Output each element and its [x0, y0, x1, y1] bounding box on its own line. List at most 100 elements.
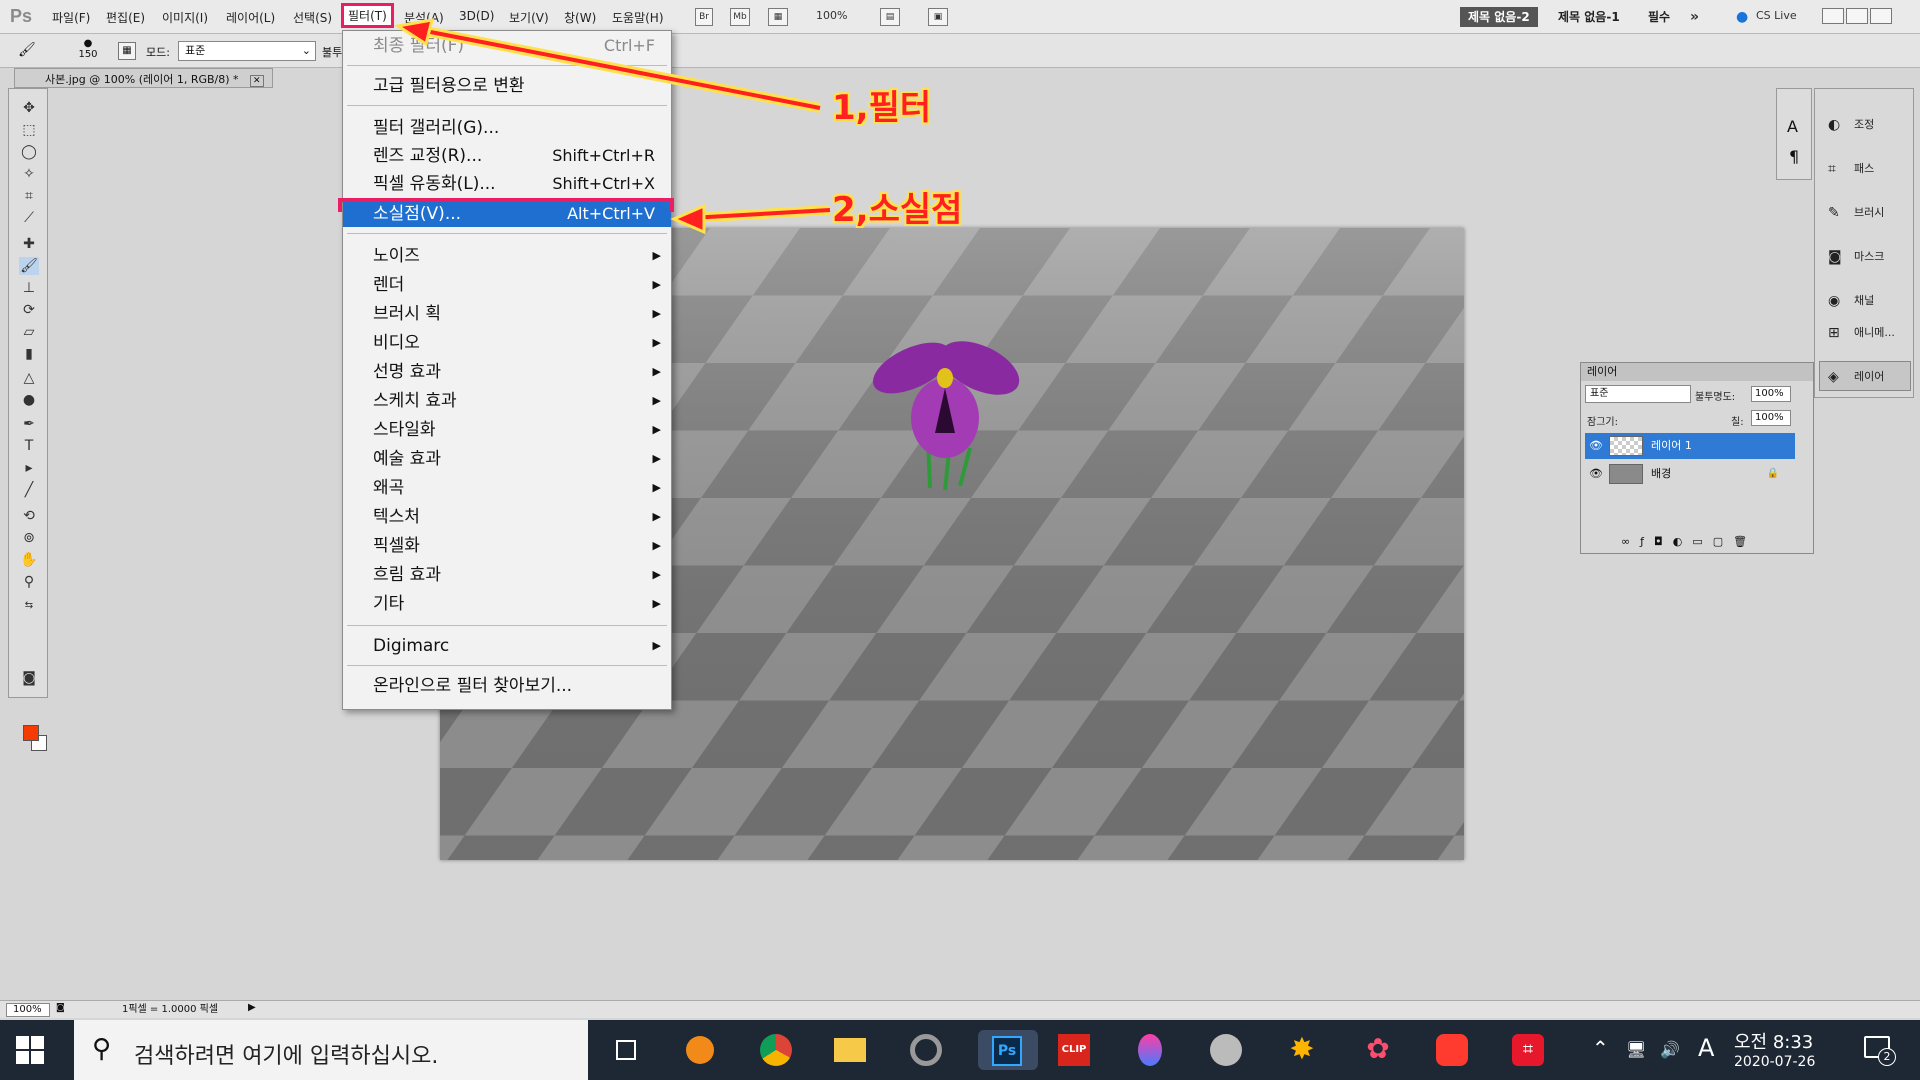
taskbar-search-box[interactable]: ⚲ 검색하려면 여기에 입력하십시오. [74, 1020, 588, 1080]
windows-start-icon[interactable] [14, 1034, 46, 1066]
network-icon[interactable]: 🖥 [1626, 1040, 1646, 1059]
crop-app-icon[interactable]: ⌗ [1508, 1030, 1548, 1070]
brush-tool-icon[interactable]: 🖌 [19, 257, 39, 275]
close-document-icon[interactable]: ✕ [250, 75, 264, 87]
cs-live-button[interactable]: CS Live [1756, 9, 1797, 22]
arrange-documents-icon[interactable]: ▤ [880, 8, 900, 26]
clip-icon[interactable]: CLIP [1054, 1030, 1094, 1070]
photoshop-taskbar-icon[interactable]: Ps [978, 1030, 1038, 1070]
dock-channels[interactable]: ◉ 채널 [1819, 285, 1911, 315]
stamp-tool-icon[interactable]: ⊥ [19, 279, 39, 297]
fill-field[interactable]: 100% [1751, 410, 1791, 426]
character-panel-icon[interactable]: A [1787, 117, 1798, 136]
dock-animation[interactable]: ⊞ 애니메... [1819, 317, 1911, 347]
menu-view[interactable]: 보기(V) [509, 9, 549, 26]
paragraph-panel-icon[interactable]: ¶ [1789, 147, 1799, 166]
menu-item-lens-correction[interactable]: 렌즈 교정(R)... Shift+Ctrl+R [343, 143, 671, 169]
minimize-icon[interactable] [1822, 8, 1844, 24]
file-explorer-icon[interactable] [830, 1030, 870, 1070]
blur-tool-icon[interactable]: △ [19, 369, 39, 387]
app-s-icon[interactable] [680, 1030, 720, 1070]
menu-item-blur[interactable]: 흐림 효과 ▶ [343, 562, 671, 588]
foreground-color-swatch[interactable] [23, 725, 39, 741]
zoom-level-dropdown[interactable]: 100% [816, 9, 847, 22]
clock-date[interactable]: 2020-07-26 [1734, 1054, 1815, 1070]
brush-tool-icon[interactable]: 🖌 [18, 42, 36, 58]
dock-masks[interactable]: ◙ 마스크 [1819, 241, 1911, 271]
brush-preset-picker[interactable]: ● 150 [76, 38, 100, 60]
path-select-tool-icon[interactable]: ▸ [19, 459, 39, 477]
gradient-tool-icon[interactable]: ▮ [19, 345, 39, 363]
menu-file[interactable]: 파일(F) [52, 9, 90, 26]
document-tab[interactable]: 사본.jpg @ 100% (레이어 1, RGB/8) * ✕ [14, 68, 273, 88]
status-arrow-icon[interactable]: ▶ [248, 1002, 256, 1013]
dodge-tool-icon[interactable]: ● [19, 391, 39, 409]
layer-actions-icons[interactable]: ∞ƒ◘◐▭▢🗑 [1621, 535, 1757, 548]
dock-paths[interactable]: ⌗ 패스 [1819, 153, 1911, 183]
menu-layer[interactable]: 레이어(L) [226, 9, 275, 26]
menu-item-pixelate[interactable]: 픽셀화 ▶ [343, 533, 671, 559]
crop-tool-icon[interactable]: ⌗ [19, 187, 39, 205]
history-brush-tool-icon[interactable]: ⟳ [19, 301, 39, 319]
workspace-essentials[interactable]: 필수 [1640, 7, 1678, 27]
blend-mode-select[interactable]: 표준 [1585, 385, 1691, 403]
menu-item-noise[interactable]: 노이즈 ▶ [343, 243, 671, 269]
marquee-tool-icon[interactable]: ⬚ [19, 121, 39, 139]
menu-item-other[interactable]: 기타 ▶ [343, 591, 671, 617]
healing-brush-tool-icon[interactable]: ✚ [19, 235, 39, 253]
menu-help[interactable]: 도움말(H) [612, 9, 664, 26]
menu-item-convert-smart-filters[interactable]: 고급 필터용으로 변환 [343, 73, 671, 99]
layer-row[interactable]: 👁 배경 🔒 [1585, 461, 1795, 487]
3d-rotate-tool-icon[interactable]: ⟲ [19, 507, 39, 525]
hand-tool-icon[interactable]: ✋ [19, 551, 39, 569]
notification-center-icon[interactable]: 2 [1862, 1032, 1898, 1068]
menu-analysis[interactable]: 분석(A) [404, 9, 444, 26]
dock-brushes[interactable]: ✎ 브러시 [1819, 197, 1911, 227]
menu-item-sketch[interactable]: 스케치 효과 ▶ [343, 388, 671, 414]
move-tool-icon[interactable]: ✥ [19, 99, 39, 117]
menu-item-artistic[interactable]: 예술 효과 ▶ [343, 446, 671, 472]
lasso-tool-icon[interactable]: ◯ [19, 143, 39, 161]
eye-icon[interactable]: 👁 [1589, 461, 1603, 487]
menu-item-liquify[interactable]: 픽셀 유동화(L)... Shift+Ctrl+X [343, 171, 671, 197]
status-zoom-field[interactable]: 100% [6, 1003, 50, 1017]
menu-item-distort[interactable]: 왜곡 ▶ [343, 475, 671, 501]
layers-panel-title[interactable]: 레이어 [1581, 363, 1813, 381]
eyedropper-tool-icon[interactable]: ⟋ [19, 209, 39, 227]
menu-item-last-filter[interactable]: 최종 필터(F) Ctrl+F [343, 33, 671, 59]
menu-item-stylize[interactable]: 스타일화 ▶ [343, 417, 671, 443]
menu-image[interactable]: 이미지(I) [162, 9, 208, 26]
swap-colors-icon[interactable]: ⇆ [19, 597, 39, 615]
tray-chevron-up-icon[interactable]: ⌃ [1592, 1036, 1609, 1060]
screen-mode-icon[interactable]: ▣ [928, 8, 948, 26]
mode-select[interactable]: 표준 ⌄ [178, 41, 316, 61]
magic-wand-tool-icon[interactable]: ✧ [19, 165, 39, 183]
zoom-tool-icon[interactable]: ⚲ [19, 573, 39, 591]
camera-app-icon[interactable] [1432, 1030, 1472, 1070]
dock-adjustments[interactable]: ◐ 조정 [1819, 109, 1911, 139]
line-tool-icon[interactable]: ╱ [19, 481, 39, 499]
type-tool-icon[interactable]: T [19, 437, 39, 455]
quick-mask-icon[interactable]: ◙ [19, 669, 39, 687]
minibridge-button[interactable]: Mb [730, 8, 750, 26]
menu-item-filter-gallery[interactable]: 필터 갤러리(G)... [343, 115, 671, 141]
color-app-icon[interactable] [1130, 1030, 1170, 1070]
more-workspaces-icon[interactable]: » [1690, 9, 1699, 25]
volume-icon[interactable]: 🔊 [1660, 1040, 1680, 1059]
pen-tool-icon[interactable]: ✒ [19, 415, 39, 433]
layer-row[interactable]: 👁 레이어 1 [1585, 433, 1795, 459]
menu-item-digimarc[interactable]: Digimarc ▶ [343, 633, 671, 659]
menu-select[interactable]: 선택(S) [293, 9, 332, 26]
menu-filter[interactable]: 필터(T) [341, 3, 394, 28]
star-app-icon[interactable]: ✸ [1282, 1030, 1322, 1070]
menu-window[interactable]: 창(W) [564, 9, 596, 26]
clock-time[interactable]: 오전 8:33 [1734, 1028, 1813, 1054]
menu-item-video[interactable]: 비디오 ▶ [343, 330, 671, 356]
photoscape-icon[interactable] [906, 1030, 946, 1070]
eye-icon[interactable]: 👁 [1589, 433, 1603, 459]
pro-app-icon[interactable] [1206, 1030, 1246, 1070]
workspace-tab-active[interactable]: 제목 없음-2 [1460, 7, 1538, 27]
3d-orbit-tool-icon[interactable]: ⊚ [19, 529, 39, 547]
chrome-icon[interactable] [756, 1030, 796, 1070]
status-info-icon[interactable]: ◙ [56, 1003, 65, 1013]
